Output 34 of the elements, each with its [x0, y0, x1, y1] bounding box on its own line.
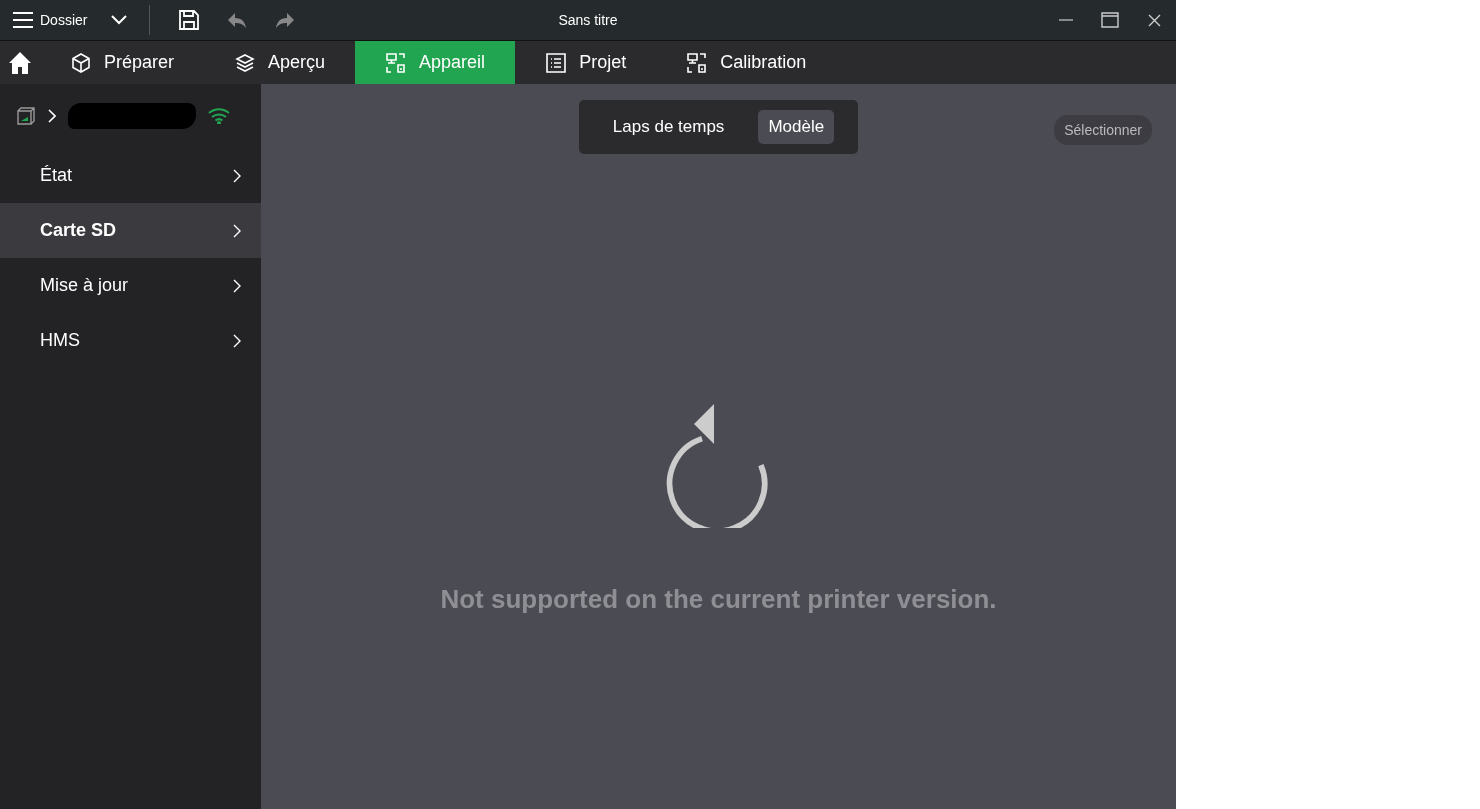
- close-icon[interactable]: [1147, 13, 1161, 27]
- chevron-right-icon: [233, 168, 241, 183]
- save-icon[interactable]: [178, 9, 201, 31]
- maximize-icon[interactable]: [1101, 12, 1119, 28]
- cube-icon: [70, 51, 92, 74]
- segment-button[interactable]: Modèle: [758, 110, 835, 144]
- nav-tab[interactable]: Calibration: [656, 41, 837, 84]
- window-title: Sans titre: [558, 12, 618, 28]
- chevron-right-icon: [48, 109, 56, 123]
- undo-icon[interactable]: [226, 11, 249, 29]
- device-icon: [385, 51, 408, 74]
- nav-tab[interactable]: Préparer: [40, 41, 205, 84]
- file-menu[interactable]: Dossier: [0, 0, 88, 40]
- redo-icon[interactable]: [274, 11, 297, 29]
- sidebar-item[interactable]: Mise à jour: [0, 258, 261, 313]
- wifi-icon: [208, 108, 230, 124]
- device-icon: [686, 51, 709, 74]
- menu-icon: [12, 11, 34, 29]
- sidebar-item[interactable]: HMS: [0, 313, 261, 368]
- layers-icon: [234, 51, 257, 74]
- nav-tab[interactable]: Projet: [515, 41, 657, 84]
- chevron-right-icon: [233, 223, 241, 238]
- list-icon: [545, 51, 568, 74]
- sidebar-item[interactable]: Carte SD: [0, 203, 261, 258]
- nav-tab[interactable]: Aperçu: [204, 41, 356, 84]
- select-button[interactable]: Sélectionner: [1054, 115, 1152, 145]
- home-icon[interactable]: [8, 50, 32, 75]
- chevron-right-icon: [233, 333, 241, 348]
- chevron-down-icon[interactable]: [111, 15, 128, 25]
- sidebar-item[interactable]: État: [0, 148, 261, 203]
- status-message: Not supported on the current printer version.: [440, 584, 997, 615]
- printer-icon: [16, 106, 36, 126]
- chevron-right-icon: [233, 278, 241, 293]
- segment-button[interactable]: Laps de temps: [602, 110, 735, 144]
